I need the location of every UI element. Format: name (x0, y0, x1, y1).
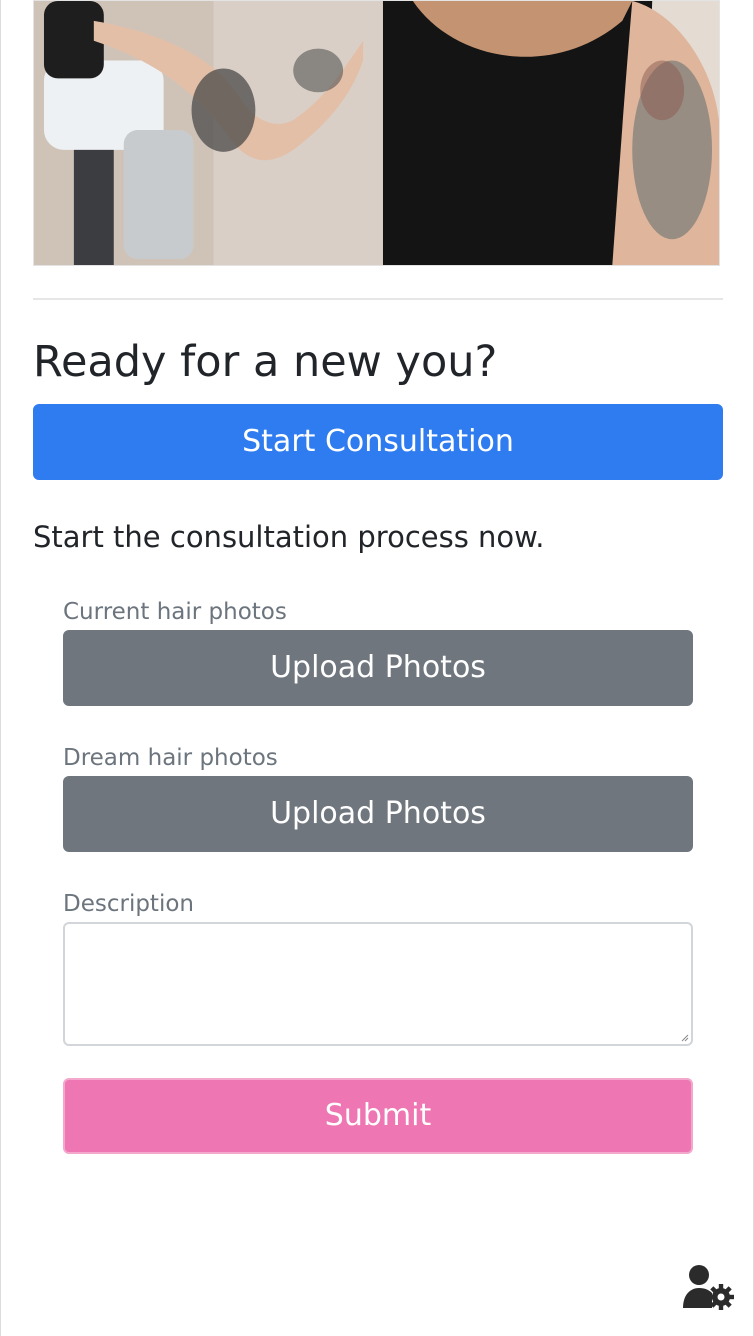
start-consultation-button[interactable]: Start Consultation (33, 404, 723, 480)
dream-hair-photos-label: Dream hair photos (63, 745, 278, 771)
upload-dream-photos-button[interactable]: Upload Photos (63, 776, 693, 852)
resize-grip-icon[interactable] (681, 1034, 689, 1042)
divider (33, 298, 723, 300)
submit-button[interactable]: Submit (63, 1078, 693, 1154)
current-hair-photos-label: Current hair photos (63, 599, 287, 625)
page: Ready for a new you? Start Consultation … (0, 0, 754, 1336)
lead-text: Start the consultation process now. (33, 520, 545, 554)
description-textarea[interactable] (63, 922, 693, 1046)
user-gear-icon[interactable] (681, 1264, 735, 1310)
hero-image (33, 0, 720, 266)
page-heading: Ready for a new you? (33, 337, 498, 387)
description-label: Description (63, 891, 194, 917)
upload-current-photos-button[interactable]: Upload Photos (63, 630, 693, 706)
